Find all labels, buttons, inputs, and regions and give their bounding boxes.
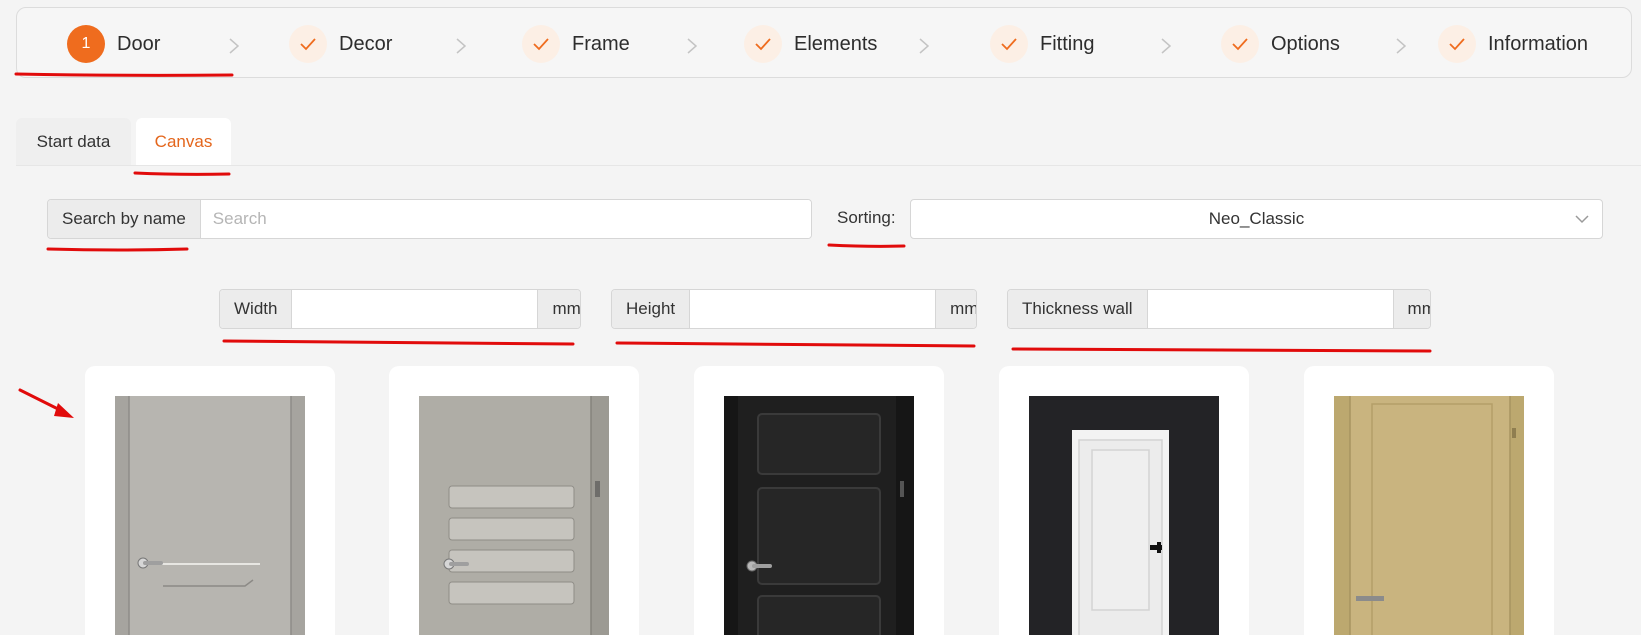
- chevron-right-icon: [687, 38, 698, 54]
- chevron-right-icon: [919, 38, 930, 54]
- check-icon: [1438, 25, 1476, 63]
- height-input[interactable]: [690, 290, 936, 328]
- step-label: Options: [1271, 32, 1340, 55]
- chevron-right-icon: [1161, 38, 1172, 54]
- door-card-5[interactable]: [1304, 366, 1554, 635]
- door-card-1[interactable]: [85, 366, 335, 635]
- door-image: [115, 396, 305, 635]
- door-image: [419, 396, 609, 635]
- step-information[interactable]: Information: [1438, 25, 1588, 63]
- wizard-stepper: 1 Door Decor Frame Elements Fitting Opti…: [16, 7, 1632, 78]
- chevron-right-icon: [229, 38, 240, 54]
- tab-canvas[interactable]: Canvas: [136, 118, 231, 165]
- thickness-input[interactable]: [1147, 290, 1393, 328]
- sorting-select[interactable]: Neo_Classic: [910, 199, 1603, 239]
- height-group: Height mm: [611, 289, 977, 329]
- check-icon: [289, 25, 327, 63]
- step-elements[interactable]: Elements: [744, 25, 877, 63]
- check-icon: [1221, 25, 1259, 63]
- step-label: Fitting: [1040, 32, 1095, 55]
- step-door[interactable]: 1 Door: [67, 25, 160, 63]
- search-input[interactable]: [200, 200, 811, 238]
- chevron-down-icon: [1575, 215, 1589, 224]
- door-image: [1334, 396, 1524, 635]
- door-image: [724, 396, 914, 635]
- door-card-2[interactable]: [389, 366, 639, 635]
- width-unit: mm: [537, 290, 580, 328]
- search-label: Search by name: [48, 200, 201, 238]
- sorting-label: Sorting:: [837, 208, 896, 227]
- door-card-3[interactable]: [694, 366, 944, 635]
- height-unit: mm: [935, 290, 976, 328]
- width-input[interactable]: [292, 290, 538, 328]
- search-group: Search by name: [47, 199, 812, 239]
- step-decor[interactable]: Decor: [289, 25, 392, 63]
- door-card-4[interactable]: [999, 366, 1249, 635]
- step-label: Door: [117, 32, 161, 55]
- step-options[interactable]: Options: [1221, 25, 1340, 63]
- check-icon: [744, 25, 782, 63]
- thickness-label: Thickness wall: [1008, 290, 1148, 328]
- height-label: Height: [612, 290, 691, 328]
- step-label: Frame: [572, 32, 630, 55]
- step-number-badge: 1: [67, 25, 105, 63]
- check-icon: [990, 25, 1028, 63]
- door-image: [1029, 396, 1219, 635]
- chevron-right-icon: [1396, 38, 1407, 54]
- thickness-group: Thickness wall mm: [1007, 289, 1431, 329]
- step-label: Elements: [794, 32, 878, 55]
- check-icon: [522, 25, 560, 63]
- step-frame[interactable]: Frame: [522, 25, 630, 63]
- width-label: Width: [220, 290, 293, 328]
- tab-bar: Start data Canvas: [16, 118, 1641, 166]
- width-group: Width mm: [219, 289, 581, 329]
- thickness-unit: mm: [1392, 290, 1430, 328]
- step-label: Decor: [339, 32, 393, 55]
- step-fitting[interactable]: Fitting: [990, 25, 1094, 63]
- chevron-right-icon: [456, 38, 467, 54]
- sorting-selected-value: Neo_Classic: [1208, 209, 1305, 228]
- step-label: Information: [1488, 32, 1589, 55]
- tab-start-data[interactable]: Start data: [16, 118, 131, 165]
